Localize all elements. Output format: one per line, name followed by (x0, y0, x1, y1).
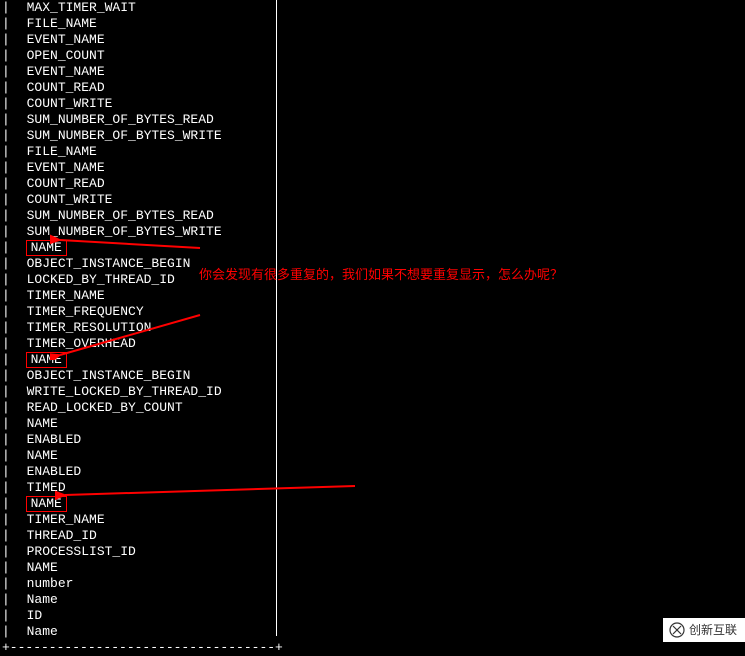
column-row: | COUNT_WRITE (2, 192, 745, 208)
column-row: | WRITE_LOCKED_BY_THREAD_ID (2, 384, 745, 400)
column-row: | COUNT_READ (2, 80, 745, 96)
column-row: | COUNT_READ (2, 176, 745, 192)
column-row: | OBJECT_INSTANCE_BEGIN (2, 368, 745, 384)
column-row: | Name (2, 592, 745, 608)
column-row-highlighted: | NAME (2, 496, 745, 512)
column-row: | PROCESSLIST_ID (2, 544, 745, 560)
column-row: | NAME (2, 560, 745, 576)
column-row: | FILE_NAME (2, 16, 745, 32)
column-row: | FILE_NAME (2, 144, 745, 160)
column-row-highlighted: | NAME (2, 240, 745, 256)
column-row: | EVENT_NAME (2, 32, 745, 48)
column-row: | MAX_TIMER_WAIT (2, 0, 745, 16)
column-row: | TIMED (2, 480, 745, 496)
column-row: | READ_LOCKED_BY_COUNT (2, 400, 745, 416)
column-row: | NAME (2, 416, 745, 432)
column-row: | NAME (2, 448, 745, 464)
column-row: | Name (2, 624, 745, 640)
watermark-badge: 创新互联 (663, 618, 745, 642)
terminal-output: | MAX_TIMER_WAIT | FILE_NAME | EVENT_NAM… (0, 0, 745, 656)
column-row: | THREAD_ID (2, 528, 745, 544)
column-row: | TIMER_FREQUENCY (2, 304, 745, 320)
column-row: | TIMER_RESOLUTION (2, 320, 745, 336)
column-row: | number (2, 576, 745, 592)
column-row: | OPEN_COUNT (2, 48, 745, 64)
column-row: | TIMER_OVERHEAD (2, 336, 745, 352)
column-divider (276, 0, 277, 636)
column-row: | SUM_NUMBER_OF_BYTES_READ (2, 208, 745, 224)
annotation-text: 你会发现有很多重复的，我们如果不想要重复显示，怎么办呢？ (199, 267, 563, 283)
column-row: | SUM_NUMBER_OF_BYTES_READ (2, 112, 745, 128)
watermark-logo-icon (669, 622, 685, 638)
column-row: | EVENT_NAME (2, 160, 745, 176)
column-row: | ID (2, 608, 745, 624)
column-row: | SUM_NUMBER_OF_BYTES_WRITE (2, 128, 745, 144)
column-row: | TIMER_NAME (2, 288, 745, 304)
column-row: | ENABLED (2, 464, 745, 480)
column-row: | TIMER_NAME (2, 512, 745, 528)
table-border-bottom: +----------------------------------+ (2, 640, 745, 656)
column-row: | SUM_NUMBER_OF_BYTES_WRITE (2, 224, 745, 240)
column-row-highlighted: | NAME (2, 352, 745, 368)
column-row: | COUNT_WRITE (2, 96, 745, 112)
watermark-text: 创新互联 (689, 622, 737, 638)
column-row: | ENABLED (2, 432, 745, 448)
column-row: | EVENT_NAME (2, 64, 745, 80)
